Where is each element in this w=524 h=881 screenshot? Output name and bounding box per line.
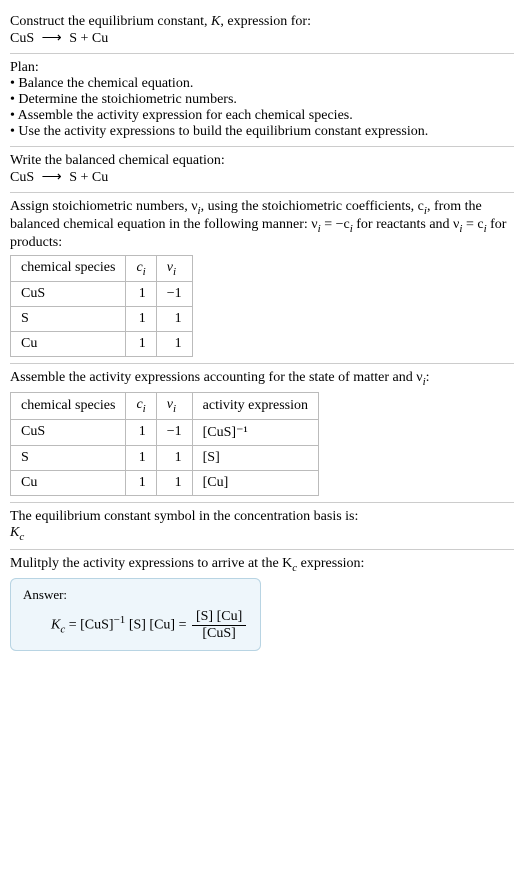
symbol-section: The equilibrium constant symbol in the c… xyxy=(10,503,514,549)
symbol-line1: The equilibrium constant symbol in the c… xyxy=(10,509,514,525)
fraction-numerator: [S] [Cu] xyxy=(192,609,246,626)
cell-nu: 1 xyxy=(156,332,192,357)
text: , using the stoichiometric coefficients,… xyxy=(201,199,424,214)
balanced-eq-rhs: S + Cu xyxy=(69,170,108,185)
superscript: −1 xyxy=(114,614,126,626)
subscript: c xyxy=(19,531,24,543)
stoich-intro: Assign stoichiometric numbers, νi, using… xyxy=(10,199,514,251)
plan-item: • Assemble the activity expression for e… xyxy=(10,108,514,124)
col-c: ci xyxy=(126,393,156,420)
col-nu: νi xyxy=(156,393,192,420)
cell-c: 1 xyxy=(126,445,156,470)
table-header-row: chemical species ci νi activity expressi… xyxy=(11,393,319,420)
symbol-kc: Kc xyxy=(10,525,514,543)
col-c: ci xyxy=(126,255,156,282)
cell-species: S xyxy=(11,445,126,470)
col-species: chemical species xyxy=(11,393,126,420)
cell-activity: [CuS]⁻¹ xyxy=(192,419,318,445)
stoich-section: Assign stoichiometric numbers, ν i , using… xyxy=(10,193,514,363)
balanced-title: Write the balanced chemical equation: xyxy=(10,153,514,169)
subscript: i xyxy=(173,265,176,277)
stoich-table: chemical species ci νi CuS 1 −1 S 1 1 Cu… xyxy=(10,255,193,358)
col-nu: νi xyxy=(156,255,192,282)
balanced-eq-lhs: CuS xyxy=(10,170,34,185)
text: for reactants and ν xyxy=(353,217,460,232)
text: K xyxy=(10,525,19,540)
col-activity: activity expression xyxy=(192,393,318,420)
cell-species: CuS xyxy=(11,419,126,445)
text: Assemble the activity expressions accoun… xyxy=(10,370,423,385)
text: Assign stoichiometric numbers, ν xyxy=(10,199,198,214)
arrow-icon: ⟶ xyxy=(42,30,62,47)
answer-math: Kc = [CuS]−1 [S] [Cu] = [S] [Cu][CuS] xyxy=(23,609,248,642)
cell-species: CuS xyxy=(11,282,126,307)
text: : xyxy=(426,370,430,385)
subscript: i xyxy=(173,403,176,415)
text: K xyxy=(51,617,60,632)
text: Mulitply the activity expressions to arr… xyxy=(10,556,292,571)
cell-c: 1 xyxy=(126,332,156,357)
answer-box: Answer: Kc = [CuS]−1 [S] [Cu] = [S] [Cu]… xyxy=(10,578,261,651)
plan-item: • Determine the stoichiometric numbers. xyxy=(10,92,514,108)
prompt-eq-lhs: CuS xyxy=(10,31,34,46)
activity-table: chemical species ci νi activity expressi… xyxy=(10,392,319,496)
arrow-icon: ⟶ xyxy=(42,169,62,186)
plan-section: Plan: • Balance the chemical equation. •… xyxy=(10,54,514,146)
subscript: i xyxy=(143,403,146,415)
fraction: [S] [Cu][CuS] xyxy=(192,609,246,642)
multiply-section: Mulitply the activity expressions to arr… xyxy=(10,550,514,657)
text: [CuS] xyxy=(80,617,113,632)
text: = xyxy=(65,617,80,632)
text: = c xyxy=(462,217,483,232)
cell-species: Cu xyxy=(11,332,126,357)
table-row: CuS 1 −1 xyxy=(11,282,193,307)
text: expression: xyxy=(297,556,364,571)
cell-nu: 1 xyxy=(156,307,192,332)
balanced-equation: CuS ⟶ S + Cu xyxy=(10,169,514,186)
cell-nu: −1 xyxy=(156,282,192,307)
subscript: i xyxy=(143,265,146,277)
cell-c: 1 xyxy=(126,307,156,332)
col-species: chemical species xyxy=(11,255,126,282)
table-row: S 1 1 [S] xyxy=(11,445,319,470)
prompt-eq-rhs: S + Cu xyxy=(69,31,108,46)
activity-intro: Assemble the activity expressions accoun… xyxy=(10,370,514,388)
cell-c: 1 xyxy=(126,282,156,307)
cell-species: S xyxy=(11,307,126,332)
cell-nu: 1 xyxy=(156,470,192,495)
prompt-section: Construct the equilibrium constant, K, e… xyxy=(10,8,514,53)
text: = −c xyxy=(321,217,350,232)
text: [S] [Cu] = xyxy=(125,617,190,632)
fraction-denominator: [CuS] xyxy=(192,626,246,642)
table-row: S 1 1 xyxy=(11,307,193,332)
prompt-line1: Construct the equilibrium constant, K, e… xyxy=(10,14,514,30)
plan-item: • Use the activity expressions to build … xyxy=(10,124,514,140)
table-header-row: chemical species ci νi xyxy=(11,255,193,282)
prompt-equation: CuS ⟶ S + Cu xyxy=(10,30,514,47)
cell-activity: [S] xyxy=(192,445,318,470)
cell-species: Cu xyxy=(11,470,126,495)
table-row: Cu 1 1 [Cu] xyxy=(11,470,319,495)
answer-label: Answer: xyxy=(23,587,248,603)
cell-nu: 1 xyxy=(156,445,192,470)
cell-nu: −1 xyxy=(156,419,192,445)
plan-item: • Balance the chemical equation. xyxy=(10,76,514,92)
table-row: CuS 1 −1 [CuS]⁻¹ xyxy=(11,419,319,445)
plan-title: Plan: xyxy=(10,60,514,76)
cell-c: 1 xyxy=(126,419,156,445)
cell-c: 1 xyxy=(126,470,156,495)
activity-section: Assemble the activity expressions accoun… xyxy=(10,364,514,502)
table-row: Cu 1 1 xyxy=(11,332,193,357)
balanced-section: Write the balanced chemical equation: Cu… xyxy=(10,147,514,192)
cell-activity: [Cu] xyxy=(192,470,318,495)
multiply-intro: Mulitply the activity expressions to arr… xyxy=(10,556,514,574)
